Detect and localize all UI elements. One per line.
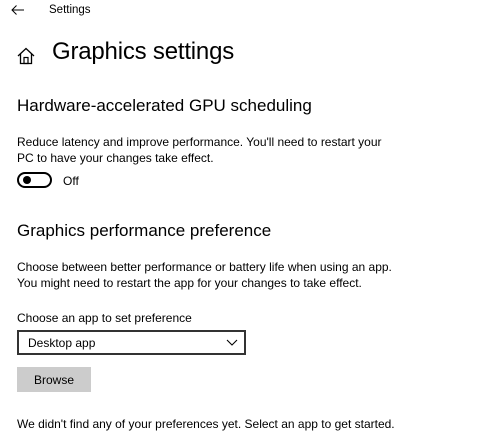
app-select-label: Choose an app to set preference (17, 311, 192, 325)
app-type-dropdown[interactable]: Desktop app (17, 330, 246, 355)
toggle-knob (23, 176, 31, 184)
settings-page: Settings Graphics settings Hardware-acce… (0, 0, 480, 447)
toggle-state-label: Off (63, 174, 79, 188)
gpu-scheduling-description-line2: PC to have your changes take effect. (17, 151, 214, 165)
browse-button[interactable]: Browse (17, 367, 91, 392)
performance-preference-description-line1: Choose between better performance or bat… (17, 260, 392, 274)
title-bar: Settings (0, 0, 480, 22)
chevron-down-icon (226, 339, 238, 346)
gpu-scheduling-toggle[interactable] (17, 172, 52, 188)
performance-preference-description-line2: You might need to restart the app for yo… (17, 276, 362, 290)
back-button[interactable] (8, 1, 28, 19)
home-icon (17, 47, 35, 65)
gpu-scheduling-description-line1: Reduce latency and improve performance. … (17, 135, 382, 149)
window-title: Settings (49, 4, 91, 16)
performance-preference-description: Choose between better performance or bat… (17, 259, 477, 291)
page-title: Graphics settings (52, 38, 235, 65)
gpu-scheduling-heading: Hardware-accelerated GPU scheduling (17, 96, 312, 115)
empty-preferences-message: We didn't find any of your preferences y… (17, 417, 395, 431)
performance-preference-heading: Graphics performance preference (17, 221, 272, 240)
home-button[interactable] (15, 45, 37, 67)
app-type-dropdown-value: Desktop app (28, 336, 96, 350)
gpu-scheduling-description: Reduce latency and improve performance. … (17, 134, 477, 166)
arrow-left-icon (11, 5, 24, 15)
